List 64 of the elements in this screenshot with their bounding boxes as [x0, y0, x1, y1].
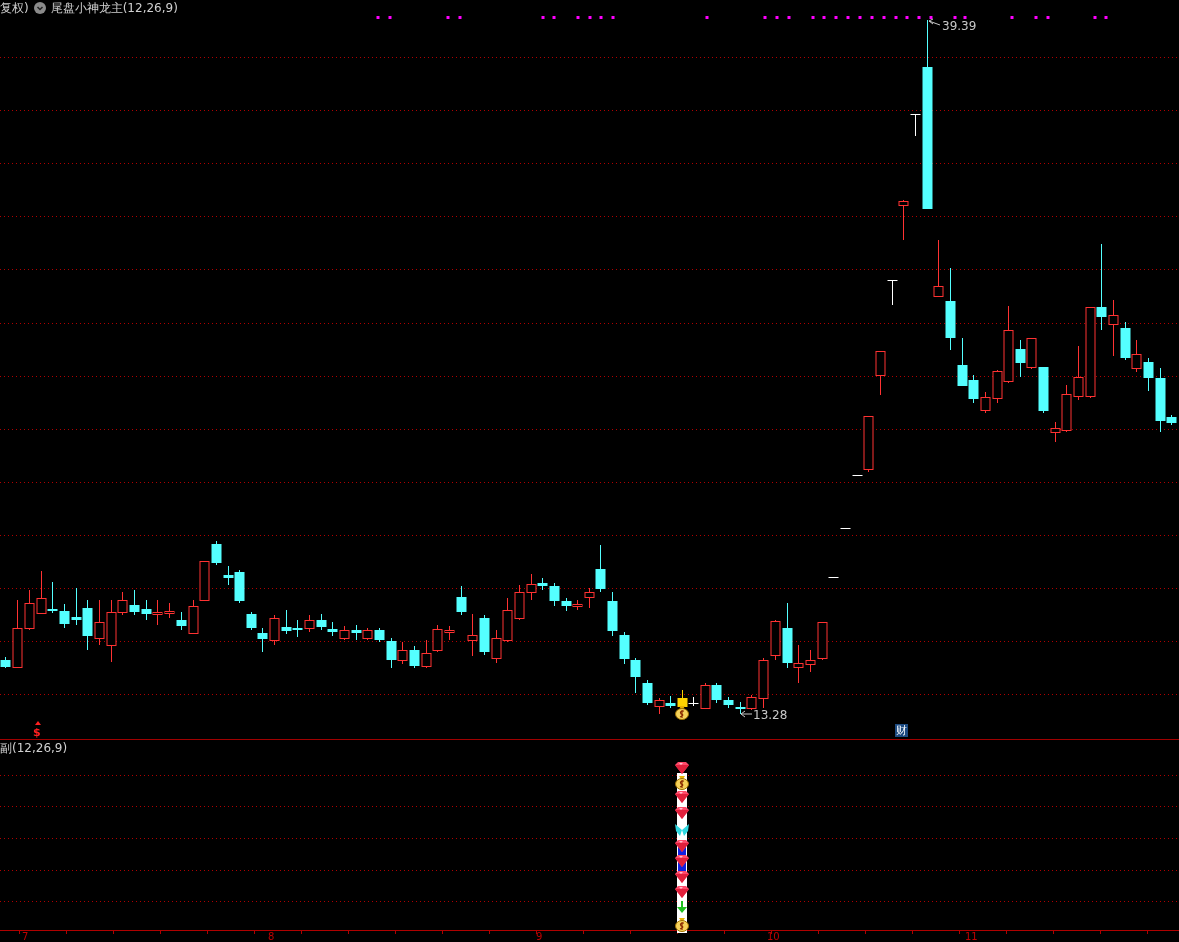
- leader-line: [740, 710, 753, 718]
- low-price-label: 13.28: [753, 708, 788, 722]
- money-bag-icon: [675, 776, 689, 790]
- gem-icon: [675, 807, 689, 819]
- butterfly-icon: [675, 824, 689, 836]
- news-badge[interactable]: 财: [895, 724, 908, 737]
- leader-line: [928, 18, 941, 26]
- candlestick: [409, 645, 420, 669]
- candlestick: [362, 627, 373, 641]
- candlestick: [129, 589, 140, 616]
- indicator-title: 尾盘小神龙主(12,26,9): [50, 1, 178, 15]
- candlestick: [339, 625, 350, 641]
- candlestick: [327, 621, 338, 637]
- candlestick: [502, 597, 513, 643]
- gem-icon: [675, 886, 689, 898]
- money-bag-icon: [675, 706, 689, 720]
- candlestick: [421, 639, 432, 669]
- axis-label: 10: [767, 931, 780, 942]
- gem-icon: [675, 791, 689, 803]
- adjust-label: 复权): [0, 1, 29, 15]
- candlestick: [735, 701, 746, 715]
- candlestick: [351, 624, 362, 641]
- candlestick: [269, 614, 280, 646]
- candlestick: [607, 591, 618, 637]
- candlestick: [304, 614, 315, 633]
- candlestick: [47, 581, 58, 614]
- axis-label: 9: [536, 931, 543, 942]
- candlestick: [479, 614, 490, 656]
- candlestick: [630, 657, 641, 694]
- gem-icon: [675, 762, 689, 774]
- money-bag-icon: [675, 918, 689, 932]
- candlestick: [875, 350, 886, 396]
- gem-icon: [675, 855, 689, 867]
- chevron-down-icon[interactable]: [33, 2, 46, 14]
- candlestick: [840, 527, 851, 530]
- candlestick: [94, 599, 105, 646]
- candlestick: [36, 570, 47, 615]
- axis-label: 7: [22, 931, 29, 942]
- candlestick: [887, 279, 898, 306]
- up-arrow-icon: [35, 721, 41, 725]
- candlestick: [397, 641, 408, 665]
- candlestick: [292, 619, 303, 638]
- signal-marker: $: [33, 727, 41, 738]
- candlestick: [514, 584, 525, 621]
- candlestick: [467, 613, 478, 657]
- axis-label: 11: [965, 931, 978, 942]
- candlestick: [82, 599, 93, 651]
- candlestick: [316, 613, 327, 631]
- candlestick: [281, 609, 292, 635]
- candlestick: [257, 627, 268, 653]
- high-price-label: 39.39: [942, 19, 977, 33]
- candlestick: [1131, 339, 1142, 373]
- candlestick: [619, 631, 630, 665]
- down-arrow-icon: [677, 901, 687, 913]
- candlestick: [898, 199, 909, 241]
- gem-icon: [675, 871, 689, 883]
- candlestick: [491, 629, 502, 664]
- indicator-title: 副(12,26,9): [0, 741, 68, 755]
- gem-icon: [675, 840, 689, 852]
- axis-label: 8: [268, 931, 275, 942]
- candlestick: [141, 599, 152, 621]
- candlestick: [246, 611, 257, 631]
- candlestick: [456, 585, 467, 616]
- candlestick: [828, 576, 839, 579]
